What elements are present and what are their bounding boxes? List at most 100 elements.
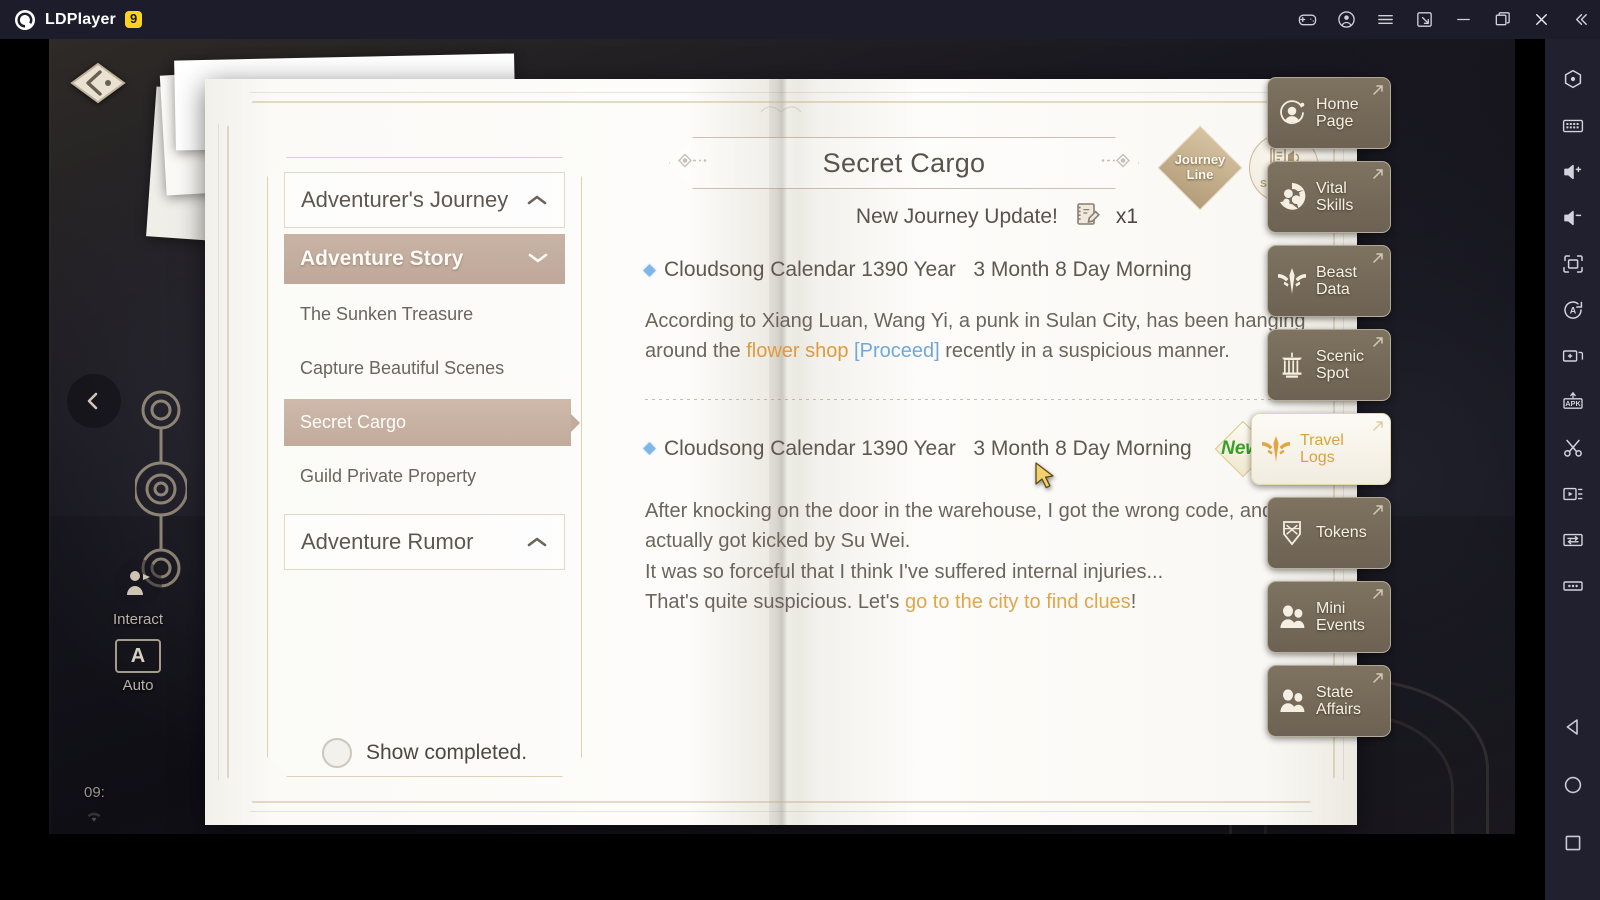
entry-divider bbox=[645, 398, 1323, 400]
minimize-icon[interactable] bbox=[1444, 0, 1483, 39]
sidebar-group-adventure-rumor[interactable]: Adventure Rumor bbox=[284, 514, 565, 570]
volume-down-icon[interactable] bbox=[1550, 195, 1596, 241]
sidebar-item-capture-beautiful-scenes[interactable]: Capture Beautiful Scenes bbox=[284, 345, 565, 392]
corner-marker-icon bbox=[1372, 83, 1384, 101]
collapse-icon[interactable] bbox=[1561, 0, 1600, 39]
menu-button-state-affairs[interactable]: State Affairs bbox=[1267, 665, 1391, 737]
ldplayer-logo-icon bbox=[14, 8, 36, 31]
entry-text-segment: recently in a suspicious manner. bbox=[939, 340, 1230, 363]
entry-body: According to Xiang Luan, Wang Yi, a punk… bbox=[645, 306, 1325, 367]
show-completed-label: Show completed. bbox=[365, 741, 528, 764]
notebook-icon bbox=[1074, 201, 1100, 232]
journey-line-label: Journey Line bbox=[1174, 152, 1226, 182]
maximize-icon[interactable] bbox=[1483, 0, 1522, 39]
fullscreen-icon[interactable] bbox=[1550, 241, 1596, 287]
corner-marker-icon bbox=[1372, 671, 1384, 689]
show-completed-toggle[interactable]: Show completed. bbox=[284, 738, 565, 768]
journey-update-count: x1 bbox=[1115, 204, 1139, 228]
more-icon[interactable] bbox=[1550, 563, 1596, 609]
menu-button-label: Vital Skills bbox=[1316, 179, 1354, 214]
shrink-window-icon[interactable] bbox=[1405, 0, 1444, 39]
auto-rotate-icon[interactable]: A bbox=[1550, 287, 1596, 333]
chevron-up-icon bbox=[526, 187, 548, 213]
sidebar-category-label: Adventure Story bbox=[300, 247, 464, 270]
beast-data-icon bbox=[1274, 263, 1310, 299]
hud-secondary-back-button[interactable] bbox=[67, 374, 121, 428]
menu-button-travel-logs[interactable]: Travel Logs bbox=[1251, 413, 1391, 485]
menu-button-mini-events[interactable]: Mini Events bbox=[1267, 581, 1391, 653]
close-icon[interactable] bbox=[1522, 0, 1561, 39]
journal-entry-header: Cloudsong Calendar 1390 Year 3 Month 8 D… bbox=[643, 420, 1325, 478]
journey-update-text: New Journey Update! bbox=[855, 204, 1058, 228]
keyboard-icon[interactable] bbox=[1550, 103, 1596, 149]
title-ornament-right-icon bbox=[1090, 154, 1130, 173]
sidebar-item-guild-private-property[interactable]: Guild Private Property bbox=[284, 453, 565, 500]
emulator-toolbar: A APK bbox=[1545, 39, 1600, 900]
sidebar-category-adventure-story[interactable]: Adventure Story bbox=[284, 234, 565, 284]
entry-link-proceed[interactable]: [Proceed] bbox=[854, 340, 940, 362]
sidebar-item-secret-cargo[interactable]: Secret Cargo bbox=[284, 399, 571, 446]
ldplayer-window: LDPlayer 9 Interact A Auto 09: Adventure… bbox=[0, 0, 1600, 900]
menu-button-label: State Affairs bbox=[1316, 683, 1362, 718]
screenshot-icon[interactable] bbox=[1550, 425, 1596, 471]
app-name: LDPlayer bbox=[45, 10, 116, 28]
tokens-icon bbox=[1274, 515, 1310, 551]
menu-button-label: Scenic Spot bbox=[1316, 347, 1365, 382]
sidebar-item-the-sunken-treasure[interactable]: The Sunken Treasure bbox=[284, 291, 565, 338]
back-icon[interactable] bbox=[1550, 704, 1596, 750]
account-icon[interactable] bbox=[1327, 0, 1366, 39]
sidebar-group-label: Adventure Rumor bbox=[301, 529, 474, 554]
menu-button-beast-data[interactable]: Beast Data bbox=[1267, 245, 1391, 317]
multi-instance-icon[interactable] bbox=[1550, 333, 1596, 379]
record-video-icon[interactable] bbox=[1550, 471, 1596, 517]
entry-text-segment: It was so forceful that I think I've suf… bbox=[645, 560, 1164, 583]
android-nav-buttons bbox=[1550, 704, 1596, 900]
menu-button-vital-skills[interactable]: Vital Skills bbox=[1267, 161, 1391, 233]
menu-button-label: Mini Events bbox=[1316, 599, 1365, 634]
sidebar-item-label: Secret Cargo bbox=[300, 412, 407, 432]
game-viewport: Interact A Auto 09: Adventurer's Journey… bbox=[49, 39, 1515, 834]
sidebar-item-label: Guild Private Property bbox=[300, 466, 477, 486]
home-icon[interactable] bbox=[1550, 762, 1596, 808]
letterbox-bottom bbox=[0, 834, 1545, 900]
hud-back-button[interactable] bbox=[67, 59, 129, 107]
menu-button-label: Beast Data bbox=[1316, 263, 1357, 298]
book-top-ornament bbox=[759, 101, 803, 119]
entry-date: Cloudsong Calendar 1390 Year 3 Month 8 D… bbox=[664, 258, 1192, 281]
menu-icon[interactable] bbox=[1366, 0, 1405, 39]
wifi-icon bbox=[84, 809, 104, 828]
sidebar-group-adventurers-journey[interactable]: Adventurer's Journey bbox=[284, 172, 565, 228]
install-apk-icon[interactable]: APK bbox=[1550, 379, 1596, 425]
title-ornament-left-icon bbox=[678, 154, 718, 173]
svg-text:APK: APK bbox=[1565, 399, 1581, 408]
gamepad-icon[interactable] bbox=[1288, 0, 1327, 39]
entry-link-flower-shop[interactable]: flower shop bbox=[746, 340, 854, 362]
journal-book: Adventurer's Journey Adventure Story The… bbox=[146, 51, 1357, 833]
menu-button-home-page[interactable]: Home Page bbox=[1267, 77, 1391, 149]
entry-link-go-to-city[interactable]: go to the city to find clues bbox=[905, 591, 1131, 613]
entry-text-segment: That's quite suspicious. Let's bbox=[645, 590, 905, 613]
entry-body: After knocking on the door in the wareho… bbox=[645, 496, 1325, 618]
vital-skills-icon bbox=[1274, 179, 1310, 215]
menu-button-scenic-spot[interactable]: Scenic Spot bbox=[1267, 329, 1391, 401]
file-transfer-icon[interactable] bbox=[1550, 517, 1596, 563]
settings-icon[interactable] bbox=[1550, 57, 1596, 103]
entry-bullet-icon bbox=[643, 263, 656, 277]
svg-text:A: A bbox=[1569, 306, 1576, 316]
menu-button-tokens[interactable]: Tokens bbox=[1267, 497, 1391, 569]
volume-up-icon[interactable] bbox=[1550, 149, 1596, 195]
corner-marker-icon bbox=[1372, 419, 1384, 437]
menu-button-label: Home Page bbox=[1316, 95, 1359, 130]
brand: LDPlayer 9 bbox=[0, 8, 143, 31]
journal-sidebar: Adventurer's Journey Adventure Story The… bbox=[267, 157, 582, 777]
journal-entry: Cloudsong Calendar 1390 Year 3 Month 8 D… bbox=[643, 258, 1325, 367]
recents-icon[interactable] bbox=[1550, 820, 1596, 866]
show-completed-checkbox[interactable] bbox=[322, 738, 352, 768]
game-side-menu: Home Page Vital Skills Beast Data Scenic… bbox=[1251, 77, 1417, 749]
menu-button-label: Tokens bbox=[1316, 524, 1367, 542]
window-controls bbox=[1288, 0, 1600, 39]
journey-line-badge[interactable]: Journey Line bbox=[1157, 125, 1243, 211]
letterbox-left bbox=[0, 39, 49, 900]
scenic-spot-icon bbox=[1274, 347, 1310, 383]
content-title-row: Secret Cargo Journey Line bbox=[645, 125, 1325, 211]
